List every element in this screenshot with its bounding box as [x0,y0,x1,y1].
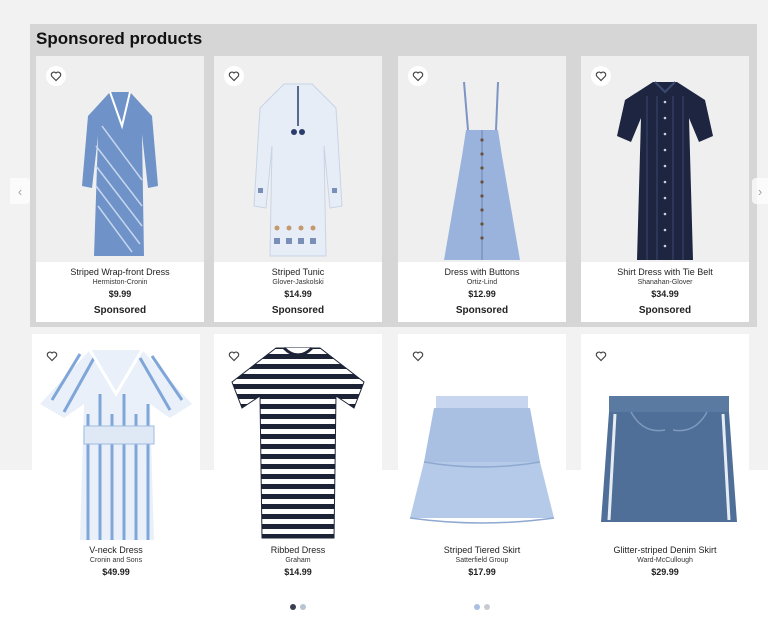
product-price: $12.99 [468,289,496,299]
product-price: $9.99 [108,289,132,299]
product-image[interactable] [214,334,382,540]
wishlist-button[interactable] [224,66,244,86]
product-name[interactable]: Striped Wrap-front Dress [36,266,204,278]
product-image-graphic [40,349,192,540]
product-image[interactable] [581,334,749,540]
product-image[interactable] [398,56,566,262]
product-brand: Glover-Jaskolski [272,279,324,286]
carousel-prev-button[interactable]: ‹ [10,178,30,204]
section-title: Sponsored products [36,29,203,48]
sponsored-product-card[interactable]: Striped Tunic Glover-Jaskolski $14.99 Sp… [214,56,382,322]
wishlist-button[interactable] [408,346,428,366]
product-card[interactable]: Ribbed Dress Graham $14.99 [214,334,382,610]
wishlist-button[interactable] [46,66,66,86]
product-image-graphic [231,346,365,539]
wishlist-button[interactable] [408,66,428,86]
heart-icon [595,71,607,82]
product-brand: Cronin and Sons [89,557,143,564]
heart-icon [595,351,607,362]
product-image-graphic [253,83,343,257]
product-name[interactable]: V-neck Dress [32,544,200,556]
product-brand: Ward-McCullough [637,557,693,564]
product-name[interactable]: Ribbed Dress [214,544,382,556]
product-image[interactable] [32,334,200,540]
product-name[interactable]: Striped Tiered Skirt [398,544,566,556]
sponsored-product-card[interactable]: Striped Wrap-front Dress Hermiston-Croni… [36,56,204,322]
heart-icon [46,351,58,362]
product-name[interactable]: Striped Tunic [214,266,382,278]
product-brand: Ortiz-Lind [466,279,498,286]
product-brand: Satterfield Group [455,557,509,564]
product-price: $49.99 [102,567,130,577]
product-image-graphic [82,91,158,256]
color-swatch[interactable] [300,604,306,610]
wishlist-button[interactable] [591,346,611,366]
carousel-next-button[interactable]: › [752,178,768,204]
product-image-graphic [617,81,713,260]
color-swatches [398,604,566,610]
heart-icon [412,351,424,362]
product-image[interactable] [36,56,204,262]
product-name[interactable]: Glitter-striped Denim Skirt [581,544,749,556]
sponsored-label: Sponsored [271,305,325,316]
sponsored-label: Sponsored [455,305,509,316]
product-card[interactable]: Glitter-striped Denim Skirt Ward-McCullo… [581,334,749,598]
wishlist-button[interactable] [224,346,244,366]
heart-icon [50,71,62,82]
product-image-graphic [409,396,555,524]
product-name[interactable]: Dress with Buttons [398,266,566,278]
product-brand: Hermiston-Cronin [92,279,148,286]
wishlist-button[interactable] [591,66,611,86]
product-image[interactable] [581,56,749,262]
product-card[interactable]: V-neck Dress Cronin and Sons $49.99 [32,334,200,598]
chevron-right-icon: › [757,183,763,199]
color-swatch[interactable] [484,604,490,610]
product-price: $17.99 [468,567,496,577]
heart-icon [228,351,240,362]
product-brand: Shanahan-Glover [637,279,693,286]
heart-icon [412,71,424,82]
product-card[interactable]: Striped Tiered Skirt Satterfield Group $… [398,334,566,610]
product-brand: Graham [285,557,311,564]
product-image[interactable] [398,334,566,540]
sponsored-label: Sponsored [638,305,692,316]
sponsored-product-card[interactable]: Shirt Dress with Tie Belt Shanahan-Glove… [581,56,749,322]
product-image-graphic [601,396,737,522]
color-swatch[interactable] [290,604,296,610]
color-swatch[interactable] [474,604,480,610]
product-price: $14.99 [284,289,312,299]
product-price: $14.99 [284,567,312,577]
product-name[interactable]: Shirt Dress with Tie Belt [581,266,749,278]
product-image-graphic [444,81,520,260]
sponsored-label: Sponsored [93,305,147,316]
sponsored-product-card[interactable]: Dress with Buttons Ortiz-Lind $12.99 Spo… [398,56,566,322]
product-price: $29.99 [651,567,679,577]
heart-icon [228,71,240,82]
product-price: $34.99 [651,289,679,299]
color-swatches [214,604,382,610]
wishlist-button[interactable] [42,346,62,366]
chevron-left-icon: ‹ [17,183,23,199]
product-image[interactable] [214,56,382,262]
